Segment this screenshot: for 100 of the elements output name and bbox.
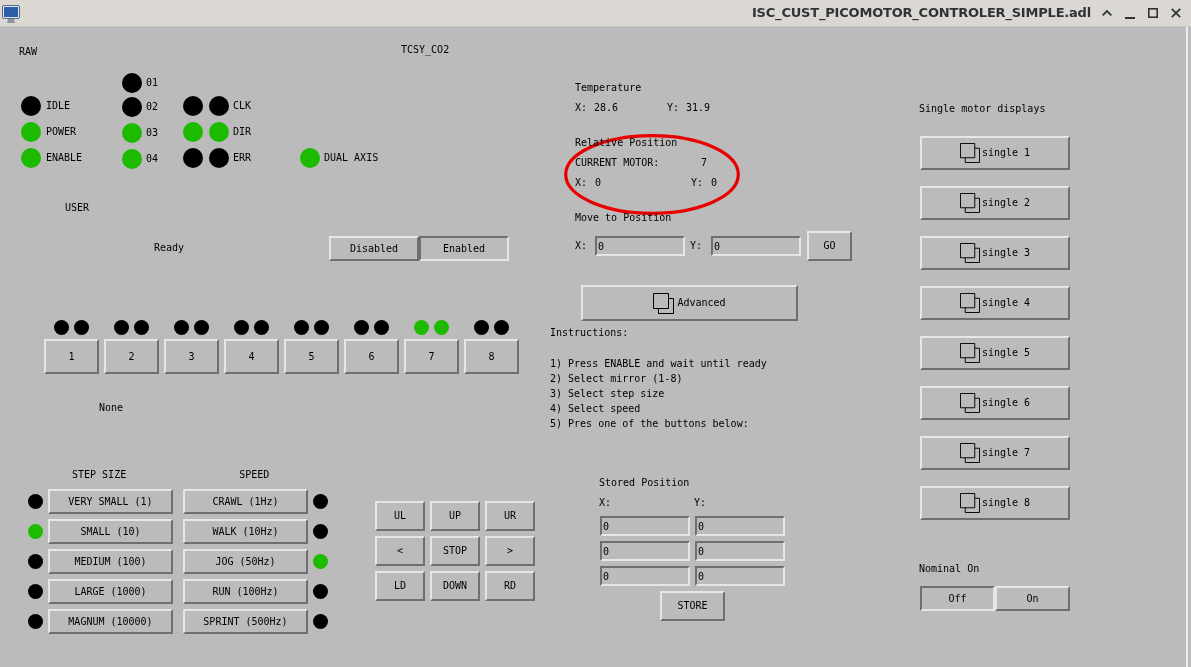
- input-field[interactable]: 0: [595, 236, 685, 256]
- mirror-button[interactable]: 7: [404, 339, 459, 374]
- display-button[interactable]: single 7: [920, 436, 1070, 470]
- instruction-line: 4) Select speed: [550, 402, 642, 416]
- mirror-button[interactable]: 3: [164, 339, 219, 374]
- device-label: TCSY_CO2: [401, 44, 450, 56]
- chevron-up-icon[interactable]: [1102, 10, 1112, 16]
- stacked-squares-icon: [959, 443, 980, 463]
- input-field[interactable]: 0: [600, 566, 690, 586]
- value-text: 28.6: [594, 102, 620, 114]
- indicator-label: 03: [146, 126, 159, 139]
- instruction-line: 3) Select step size: [550, 387, 666, 401]
- section-title: Temperature: [575, 82, 643, 94]
- step-size-button[interactable]: SMALL (10): [48, 519, 173, 544]
- display-button[interactable]: single 6: [920, 386, 1070, 420]
- section-title: Stored Position: [599, 477, 691, 489]
- stacked-squares-icon: [653, 292, 675, 314]
- mirror-button[interactable]: 2: [104, 339, 159, 374]
- step-size-button[interactable]: LARGE (1000): [48, 579, 173, 604]
- indicator-label: DIR: [233, 126, 252, 138]
- motor-label: CURRENT MOTOR:: [575, 157, 661, 169]
- display-button[interactable]: single 5: [920, 336, 1070, 370]
- stacked-squares-icon: [959, 293, 980, 313]
- display-button[interactable]: single 4: [920, 286, 1070, 320]
- value-text: 0: [711, 177, 718, 189]
- input-field[interactable]: 0: [695, 516, 785, 536]
- input-field[interactable]: 0: [695, 566, 785, 586]
- section-title: STEP SIZE: [72, 469, 127, 481]
- stacked-squares-icon: [959, 143, 980, 163]
- value-text: 0: [595, 177, 603, 189]
- value-text: 7: [701, 157, 709, 169]
- section-title: Nominal On: [919, 563, 981, 575]
- step-size-button[interactable]: MEDIUM (100): [48, 549, 173, 574]
- coordinate-label: X:: [575, 240, 589, 252]
- jog-button[interactable]: <: [375, 536, 425, 566]
- minimize-icon[interactable]: [1125, 16, 1135, 19]
- jog-button[interactable]: LD: [375, 571, 425, 601]
- jog-button[interactable]: STOP: [430, 536, 480, 566]
- jog-button[interactable]: UR: [485, 501, 535, 531]
- indicator-label: 02: [146, 100, 159, 113]
- advanced-button[interactable]: Advanced: [581, 285, 798, 321]
- speed-button[interactable]: SPRINT (500Hz): [183, 609, 308, 634]
- indicator-label: POWER: [46, 126, 77, 138]
- mirror-button[interactable]: 5: [284, 339, 339, 374]
- jog-button[interactable]: >: [485, 536, 535, 566]
- section-title: Single motor displays: [919, 103, 1047, 115]
- selection-text: None: [99, 402, 124, 414]
- coordinate-label: Y:: [694, 497, 708, 509]
- display-button[interactable]: single 2: [920, 186, 1070, 220]
- indicator-label: 04: [146, 152, 159, 165]
- jog-button[interactable]: UL: [375, 501, 425, 531]
- mode-label: RAW: [19, 46, 38, 58]
- jog-button[interactable]: DOWN: [430, 571, 480, 601]
- maximize-icon[interactable]: [1148, 8, 1158, 18]
- mirror-button[interactable]: 1: [44, 339, 99, 374]
- speed-button[interactable]: CRAWL (1Hz): [183, 489, 308, 514]
- step-size-button[interactable]: MAGNUM (10000): [48, 609, 173, 634]
- display-button[interactable]: single 1: [920, 136, 1070, 170]
- stacked-squares-icon: [959, 393, 980, 413]
- toggle-button[interactable]: Off: [920, 586, 995, 611]
- section-title: Move to Position: [575, 212, 672, 224]
- toggle-button[interactable]: Enabled: [419, 236, 509, 261]
- instruction-line: 2) Select mirror (1-8): [550, 372, 684, 386]
- stacked-squares-icon: [959, 343, 980, 363]
- display-button[interactable]: single 3: [920, 236, 1070, 270]
- go-button[interactable]: GO: [807, 231, 852, 261]
- input-field[interactable]: 0: [600, 541, 690, 561]
- jog-button[interactable]: UP: [430, 501, 480, 531]
- display-button[interactable]: single 8: [920, 486, 1070, 520]
- step-size-button[interactable]: VERY SMALL (1): [48, 489, 173, 514]
- coordinate-label: X:: [599, 497, 613, 509]
- stacked-squares-icon: [959, 243, 980, 263]
- speed-button[interactable]: JOG (50Hz): [183, 549, 308, 574]
- section-title: SPEED: [239, 469, 270, 481]
- instructions-title: Instructions:: [550, 327, 630, 339]
- store-button[interactable]: STORE: [660, 591, 725, 621]
- mirror-button[interactable]: 4: [224, 339, 279, 374]
- instruction-line: 1) Press ENABLE and wait until ready: [550, 357, 767, 371]
- toggle-button[interactable]: On: [995, 586, 1070, 611]
- speed-button[interactable]: RUN (100Hz): [183, 579, 308, 604]
- close-icon[interactable]: [1171, 8, 1181, 18]
- indicator-label: DUAL AXIS: [324, 152, 379, 164]
- coordinate-label: X:: [575, 102, 589, 114]
- speed-button[interactable]: WALK (10Hz): [183, 519, 308, 544]
- input-field[interactable]: 0: [695, 541, 785, 561]
- mirror-button[interactable]: 8: [464, 339, 519, 374]
- input-field[interactable]: 0: [600, 516, 690, 536]
- window-title: ISC_CUST_PICOMOTOR_CONTROLER_SIMPLE.adl: [751, 5, 1091, 21]
- coordinate-label: Y:: [690, 240, 704, 252]
- input-field[interactable]: 0: [711, 236, 801, 256]
- indicator-label: CLK: [233, 100, 252, 112]
- jog-button[interactable]: RD: [485, 571, 535, 601]
- value-text: 31.9: [686, 102, 711, 114]
- toggle-button[interactable]: Disabled: [329, 236, 419, 261]
- stacked-squares-icon: [959, 493, 980, 513]
- mirror-button[interactable]: 6: [344, 339, 399, 374]
- coordinate-label: Y:: [667, 102, 681, 114]
- monitor-icon: [2, 4, 20, 23]
- instruction-line: 5) Pres one of the buttons below:: [550, 417, 750, 431]
- status-text: Ready: [154, 242, 185, 254]
